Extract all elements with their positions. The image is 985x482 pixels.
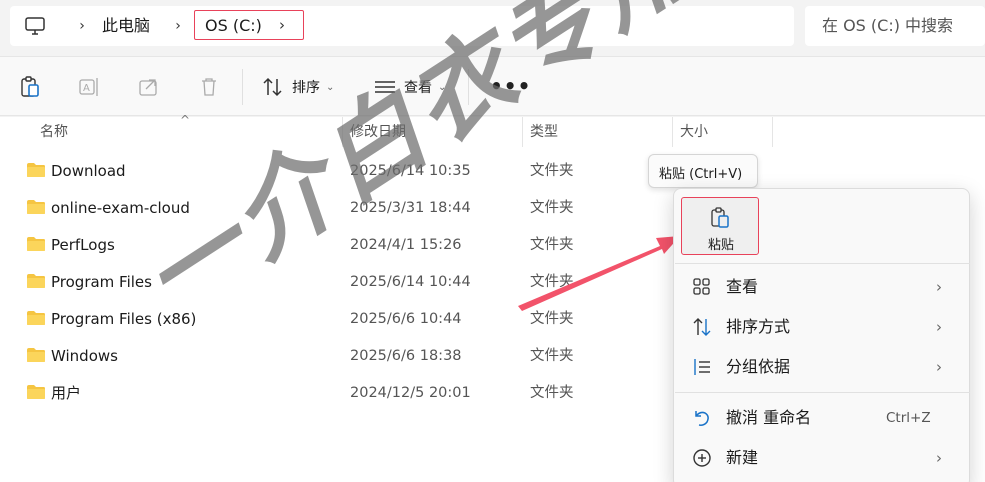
chevron-right-icon[interactable]: › xyxy=(74,17,90,35)
menu-item-label: 撤消 重命名 xyxy=(726,408,812,427)
menu-item-label: 查看 xyxy=(726,277,759,296)
column-divider[interactable] xyxy=(522,117,523,147)
file-name: Download xyxy=(51,162,126,180)
column-header-name[interactable]: 名称 xyxy=(40,117,68,147)
computer-icon[interactable] xyxy=(24,15,46,37)
file-name: Program Files xyxy=(51,273,152,291)
sort-icon xyxy=(693,318,711,336)
grid-icon xyxy=(693,278,710,295)
toolbar-divider xyxy=(242,69,243,105)
file-type: 文件夹 xyxy=(530,237,574,253)
clipboard-paste-icon[interactable] xyxy=(18,75,42,99)
svg-text:A: A xyxy=(83,83,90,94)
menu-item-sort-by[interactable]: 排序方式 › xyxy=(674,307,971,347)
folder-icon xyxy=(27,163,45,177)
chevron-right-icon: › xyxy=(936,449,942,467)
rename-icon[interactable]: A xyxy=(77,75,101,99)
chevron-right-icon: › xyxy=(936,358,942,376)
search-placeholder: 在 OS (C:) 中搜索 xyxy=(822,16,954,35)
folder-icon xyxy=(27,385,45,399)
file-modified: 2025/6/14 10:35 xyxy=(350,163,471,179)
menu-item-label: 新建 xyxy=(726,448,759,467)
sort-label: 排序 xyxy=(292,80,320,96)
file-type: 文件夹 xyxy=(530,311,574,327)
paste-label: 粘贴 xyxy=(707,238,734,253)
folder-icon xyxy=(27,237,45,251)
undo-icon xyxy=(695,411,709,426)
chevron-right-icon: › xyxy=(936,278,942,296)
folder-icon xyxy=(27,348,45,362)
plus-circle-icon xyxy=(693,449,711,467)
share-icon[interactable] xyxy=(137,75,161,99)
chevron-down-icon: ⌄ xyxy=(438,81,447,93)
chevron-right-icon: › xyxy=(936,318,942,336)
file-name: 用户 xyxy=(51,384,82,402)
breadcrumb-os-c[interactable]: OS (C:) › xyxy=(194,10,304,40)
menu-item-undo-rename[interactable]: 撤消 重命名 Ctrl+Z xyxy=(674,398,971,438)
file-modified: 2025/6/6 18:38 xyxy=(350,348,462,364)
file-name: Program Files (x86) xyxy=(51,310,197,328)
paste-tooltip: 粘贴 (Ctrl+V) xyxy=(648,154,758,188)
toolbar-divider xyxy=(468,69,469,105)
sort-icon xyxy=(263,77,282,97)
paste-button[interactable]: 粘贴 xyxy=(681,197,759,255)
column-header-size[interactable]: 大小 xyxy=(680,117,708,147)
column-divider[interactable] xyxy=(672,117,673,147)
folder-icon xyxy=(27,274,45,288)
list-view-icon xyxy=(375,81,395,93)
file-modified: 2024/12/5 20:01 xyxy=(350,385,471,401)
file-modified: 2025/6/6 10:44 xyxy=(350,311,462,327)
file-name: PerfLogs xyxy=(51,236,115,254)
shortcut-label: Ctrl+Z xyxy=(886,410,931,426)
address-bar[interactable]: › 此电脑 › OS (C:) › xyxy=(10,6,794,46)
group-icon xyxy=(694,359,710,375)
folder-icon xyxy=(27,200,45,214)
tooltip-text: 粘贴 (Ctrl+V) xyxy=(659,167,743,182)
context-menu: 粘贴 查看 › 排序方式 › 分组依据 › 撤消 重命名 Ctrl+Z 新建 › xyxy=(673,188,970,482)
delete-icon[interactable] xyxy=(197,75,221,99)
file-type: 文件夹 xyxy=(530,348,574,364)
view-label: 查看 xyxy=(404,80,432,96)
folder-icon xyxy=(27,311,45,325)
sort-ascending-icon: ^ xyxy=(180,113,191,127)
column-divider[interactable] xyxy=(342,117,343,147)
chevron-right-icon[interactable]: › xyxy=(279,15,285,35)
column-header-type[interactable]: 类型 xyxy=(530,117,558,147)
file-type: 文件夹 xyxy=(530,274,574,290)
breadcrumb-label: OS (C:) xyxy=(205,16,262,35)
sort-button[interactable]: 排序 ⌄ xyxy=(262,74,334,100)
menu-divider xyxy=(675,392,970,393)
column-divider[interactable] xyxy=(772,117,773,147)
menu-item-new[interactable]: 新建 › xyxy=(674,438,971,478)
chevron-right-icon[interactable]: › xyxy=(170,17,186,35)
command-bar: A 排序 ⌄ 查看 ⌄ ••• xyxy=(0,56,985,116)
view-button[interactable]: 查看 ⌄ xyxy=(374,74,446,100)
more-options-button[interactable]: ••• xyxy=(490,76,531,96)
menu-item-label: 排序方式 xyxy=(726,317,791,336)
clipboard-paste-icon xyxy=(711,207,729,228)
chevron-down-icon: ⌄ xyxy=(326,81,335,93)
file-modified: 2025/3/31 18:44 xyxy=(350,200,471,216)
file-type: 文件夹 xyxy=(530,385,574,401)
menu-item-group-by[interactable]: 分组依据 › xyxy=(674,347,971,387)
file-modified: 2024/4/1 15:26 xyxy=(350,237,462,253)
menu-item-view[interactable]: 查看 › xyxy=(674,267,971,307)
search-input[interactable]: 在 OS (C:) 中搜索 xyxy=(805,6,985,46)
column-header-modified[interactable]: 修改日期 xyxy=(350,117,406,147)
file-type: 文件夹 xyxy=(530,200,574,216)
table-row[interactable]: Download 2025/6/14 10:35 文件夹 xyxy=(0,152,985,189)
file-name: Windows xyxy=(51,347,118,365)
menu-divider xyxy=(675,263,970,264)
menu-item-label: 分组依据 xyxy=(726,357,791,376)
file-modified: 2025/6/14 10:44 xyxy=(350,274,471,290)
file-type: 文件夹 xyxy=(530,163,574,179)
breadcrumb-this-pc[interactable]: 此电脑 xyxy=(102,16,150,36)
file-name: online-exam-cloud xyxy=(51,199,190,217)
